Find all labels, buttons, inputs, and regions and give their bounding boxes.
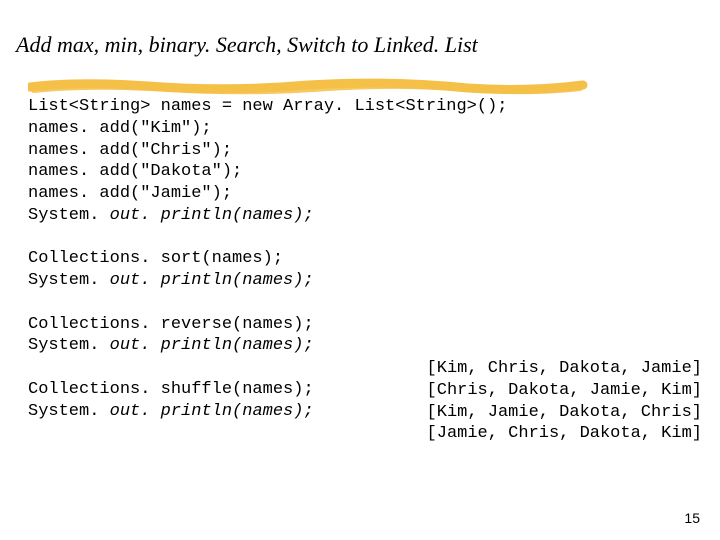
code-line-italic: out. println(names); bbox=[110, 206, 314, 225]
code-line: names. add("Chris"); bbox=[28, 141, 232, 160]
code-line-italic: out. println(names); bbox=[110, 402, 314, 421]
code-line: names. add("Kim"); bbox=[28, 119, 212, 138]
code-line-italic: out. println(names); bbox=[110, 336, 314, 355]
code-line-italic: out. println(names); bbox=[110, 271, 314, 290]
code-line: names. add("Jamie"); bbox=[28, 184, 232, 203]
code-line: Collections. shuffle(names); bbox=[28, 380, 314, 399]
code-line: System. bbox=[28, 402, 110, 421]
output-line: [Jamie, Chris, Dakota, Kim] bbox=[427, 424, 702, 443]
code-line: Collections. sort(names); bbox=[28, 249, 283, 268]
code-line: System. bbox=[28, 336, 110, 355]
slide-title: Add max, min, binary. Search, Switch to … bbox=[0, 0, 720, 58]
output-line: [Kim, Chris, Dakota, Jamie] bbox=[427, 359, 702, 378]
output-line: [Kim, Jamie, Dakota, Chris] bbox=[427, 403, 702, 422]
output-line: [Chris, Dakota, Jamie, Kim] bbox=[427, 381, 702, 400]
code-line: Collections. reverse(names); bbox=[28, 315, 314, 334]
highlight-underline bbox=[28, 78, 588, 96]
code-line: names. add("Dakota"); bbox=[28, 162, 242, 181]
code-line: System. bbox=[28, 271, 110, 290]
page-number: 15 bbox=[684, 510, 700, 526]
code-line: List<String> names = new Array. List<Str… bbox=[28, 97, 507, 116]
code-line: System. bbox=[28, 206, 110, 225]
code-output: [Kim, Chris, Dakota, Jamie] [Chris, Dako… bbox=[427, 358, 702, 445]
